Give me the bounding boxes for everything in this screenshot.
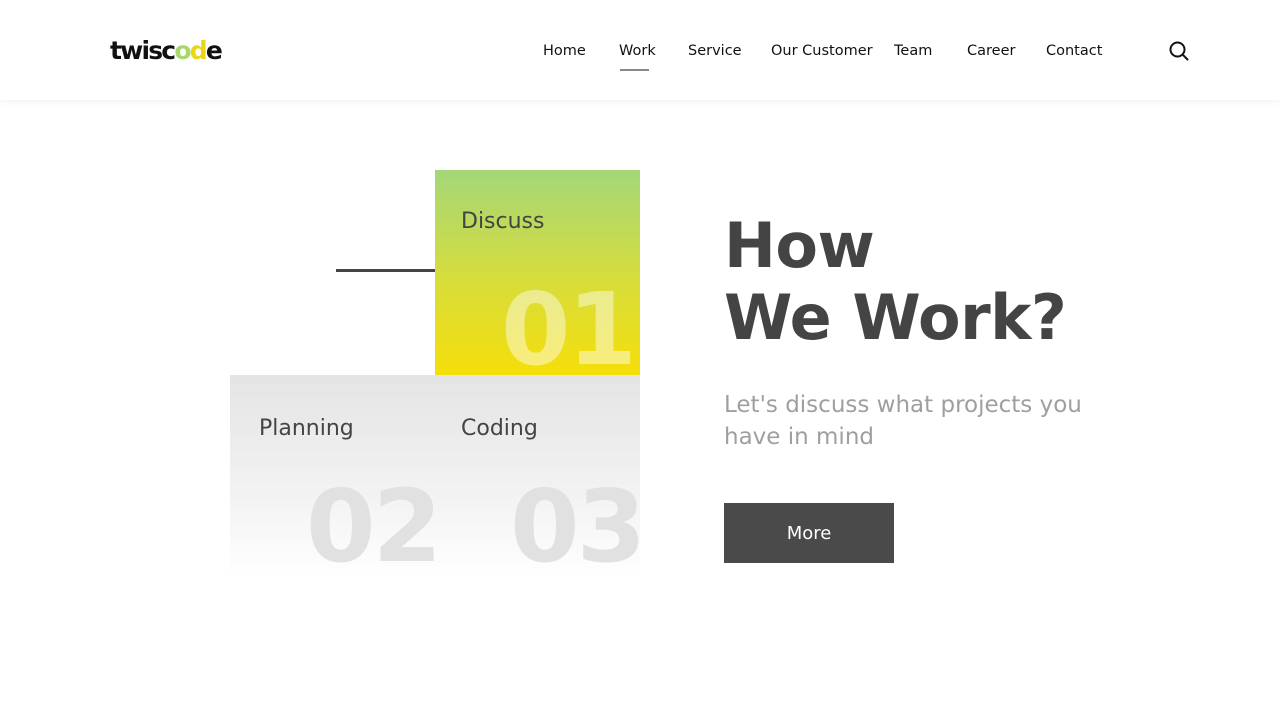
search-icon (1169, 41, 1189, 61)
connector-line (336, 269, 436, 272)
nav-item-work[interactable]: Work (619, 43, 656, 71)
step-number-coding: 03 (510, 468, 640, 580)
nav-item-service[interactable]: Service (688, 43, 742, 59)
step-label-planning: Planning (259, 416, 354, 441)
step-label-discuss: Discuss (461, 209, 545, 234)
step-label-coding: Coding (461, 416, 538, 441)
nav-item-home[interactable]: Home (543, 43, 586, 59)
nav-item-our-customer[interactable]: Our Customer (771, 43, 873, 59)
search-button[interactable] (1168, 40, 1190, 62)
main-nav: Home Work Service Our Customer Team Care… (0, 43, 1280, 71)
page-title: How We Work? (724, 209, 1067, 354)
step-number-discuss: 01 (500, 271, 637, 376)
more-button[interactable]: More (724, 503, 894, 563)
nav-item-team[interactable]: Team (894, 43, 932, 59)
step-cards-lower: Planning 02 Coding 03 (230, 375, 640, 580)
title-line-2: We Work? (724, 281, 1067, 354)
step-number-planning: 02 (306, 468, 442, 580)
nav-item-career[interactable]: Career (967, 43, 1015, 59)
title-line-1: How (724, 209, 875, 282)
step-card-discuss: Discuss 01 (435, 170, 640, 375)
subtitle: Let's discuss what projects you have in … (724, 392, 1082, 450)
site-header: twiscode Home Work Service Our Customer … (0, 0, 1280, 100)
nav-item-contact[interactable]: Contact (1046, 43, 1102, 59)
